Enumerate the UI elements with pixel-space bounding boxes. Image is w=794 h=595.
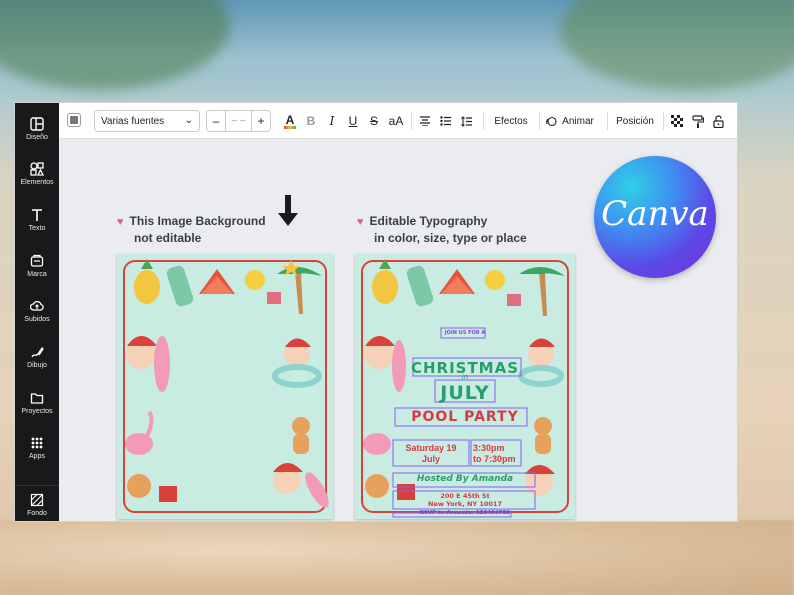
sidebar-item-label: Diseño [26,134,48,141]
text-toolbar: Varias fuentes ⌄ – – – + A B I U S aA Ef… [59,103,737,139]
transparency-icon [671,115,683,127]
invite-hosted-by[interactable]: Hosted By Amanda [355,474,575,484]
sidebar-item-brand[interactable]: Marca [15,254,59,294]
heart-icon: ♥ [357,216,364,228]
sidebar-item-uploads[interactable]: Subidos [15,299,59,339]
invite-time[interactable]: 3:30pm to 7:30pm [473,443,521,465]
unlock-icon [712,114,724,128]
spacing-button[interactable] [459,110,475,132]
toolbar-divider [483,112,484,130]
christmas-summer-illustrations [125,259,329,508]
invite-date-line1: Saturday 19 [405,443,457,453]
element-color-button[interactable] [67,113,81,127]
chevron-down-icon: ⌄ [184,115,193,126]
sidebar-item-label: Elementos [20,179,54,186]
draw-icon [31,346,44,358]
decrease-font-size-button[interactable]: – [207,114,225,128]
canva-logo-text: Canva [601,194,709,234]
position-button[interactable]: Posición [613,110,657,132]
font-family-value: Varias fuentes [101,115,165,127]
lock-button[interactable] [710,110,726,132]
invite-time-line1: 3:30pm [473,443,505,453]
sidebar-divider [15,485,59,486]
align-center-icon [420,116,430,126]
italic-button[interactable]: I [324,110,340,132]
sidebar-item-apps[interactable]: Apps [15,436,59,476]
copy-style-button[interactable] [690,110,706,132]
apps-icon [31,437,43,449]
sidebar-item-label: Subidos [24,316,50,323]
paint-roller-icon [692,114,704,128]
sidebar-item-label: Marca [27,271,47,278]
text-case-button[interactable]: aA [386,110,406,132]
sidebar-item-label: Dibujo [27,362,47,369]
sand-background [0,520,794,595]
invite-join-us[interactable]: JOIN US FOR A [355,330,575,336]
sidebar-item-label: Apps [29,453,45,460]
sidebar-item-background[interactable]: Fondo [15,493,59,521]
animate-icon [545,110,557,132]
folder-icon [30,393,44,404]
layout-icon [30,117,44,131]
brand-icon [30,254,44,267]
caption-left-line2: not editable [134,231,202,245]
effects-button[interactable]: Efectos [489,110,533,132]
toolbar-divider [663,112,664,130]
invite-in[interactable]: in [355,373,575,381]
caption-right-line2: in color, size, type or place [374,231,527,245]
canva-logo-badge: Canva [594,156,716,278]
invite-time-line2: to 7:30pm [473,454,516,464]
underline-button[interactable]: U [345,110,361,132]
caption-right: ♥ Editable Typography in color, size, typ… [357,213,527,246]
sidebar: Diseño Elementos Texto Marca Subidos Dib… [15,103,59,521]
template-page-editable[interactable]: JOIN US FOR A CHRISTMAS in JULY POOL PAR… [355,254,575,519]
template-page-background[interactable] [117,254,333,519]
line-spacing-icon [461,115,472,127]
font-size-input[interactable]: – – [225,111,252,131]
sidebar-item-label: Fondo [27,510,47,517]
background-icon [30,493,44,507]
arrow-down-icon [278,195,298,226]
text-color-button[interactable]: A [281,110,299,132]
caption-right-line1: Editable Typography [369,214,488,228]
bold-button[interactable]: B [303,110,319,132]
caption-left-line1: This Image Background [129,214,266,228]
invite-address-line1[interactable]: 200 E 45th St [355,492,575,500]
text-icon [32,209,42,221]
strikethrough-button[interactable]: S [366,110,382,132]
sidebar-item-text[interactable]: Texto [15,208,59,248]
text-color-bar [284,125,296,129]
invite-pool-party[interactable]: POOL PARTY [355,409,575,425]
shapes-icon [30,162,44,176]
toolbar-divider [539,112,540,130]
invite-date[interactable]: Saturday 19 July [395,443,467,465]
upload-icon [30,300,44,311]
invite-address-line2[interactable]: New York, NY 10017 [355,500,575,508]
sidebar-item-label: Texto [28,225,46,232]
font-family-select[interactable]: Varias fuentes ⌄ [94,110,200,132]
sidebar-item-design[interactable]: Diseño [15,117,59,157]
sidebar-item-elements[interactable]: Elementos [15,162,59,202]
invite-july[interactable]: JULY [355,382,575,404]
toolbar-divider [607,112,608,130]
increase-font-size-button[interactable]: + [252,114,270,128]
sidebar-item-draw[interactable]: Dibujo [15,345,59,385]
font-size-stepper[interactable]: – – – + [206,110,271,132]
bullet-list-icon [440,116,451,126]
invite-date-line2: July [421,454,440,464]
text-color-icon: A [285,112,295,127]
align-button[interactable] [417,110,433,132]
animate-button[interactable]: Animar [557,110,599,132]
list-button[interactable] [438,110,454,132]
sidebar-item-label: Proyectos [21,408,53,415]
transparency-button[interactable] [669,110,685,132]
invite-rsvp[interactable]: RSVP to Amanda: 123456789 [355,510,575,516]
heart-icon: ♥ [117,216,124,228]
caption-left: ♥ This Image Background not editable [117,213,266,246]
sidebar-item-projects[interactable]: Proyectos [15,391,59,431]
toolbar-divider [411,112,412,130]
